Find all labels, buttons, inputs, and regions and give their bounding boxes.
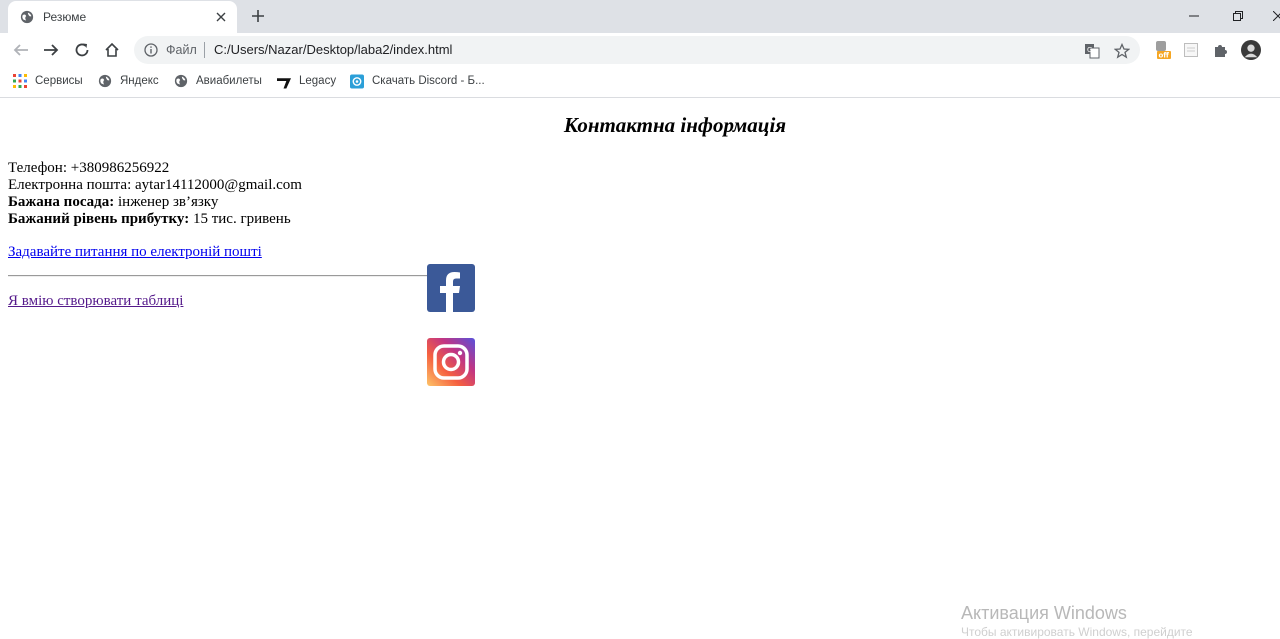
bookmark-star-icon[interactable] — [1114, 43, 1130, 59]
bookmark-yandex[interactable]: Яндекс — [98, 72, 159, 90]
windows-activation-title: Активация Windows — [961, 603, 1127, 623]
salary-value: 15 тис. гривень — [192, 211, 291, 227]
salary-label: Бажаний рівень прибутку: — [8, 211, 190, 227]
bookmark-discord[interactable]: Скачать Discord - Б... — [350, 72, 485, 90]
globe-icon — [174, 74, 188, 88]
bookmark-label: Сервисы — [35, 75, 83, 87]
tab-strip: Резюме — [0, 0, 1280, 33]
bookmark-services[interactable]: Сервисы — [13, 72, 83, 90]
restore-icon[interactable] — [1228, 6, 1248, 26]
tab-title: Резюме — [43, 10, 87, 24]
position-label: Бажана посада: — [8, 194, 115, 210]
extensions-puzzle-icon[interactable] — [1211, 40, 1231, 60]
close-window-icon[interactable] — [1268, 6, 1280, 26]
apps-grid-icon — [13, 74, 27, 88]
bookmark-label: Legacy — [299, 75, 337, 87]
address-separator — [204, 42, 205, 58]
position-line: Бажана посада: інженер зв’язку — [8, 194, 302, 211]
browser-toolbar: Файл C:/Users/Nazar/Desktop/laba2/index.… — [0, 33, 1280, 67]
salary-line: Бажаний рівень прибутку: 15 тис. гривень — [8, 211, 302, 228]
email-label: Електронна пошта: — [8, 177, 132, 193]
legacy-logo-icon — [277, 74, 291, 88]
extension-badge: off — [1159, 52, 1170, 60]
address-bar[interactable]: Файл C:/Users/Nazar/Desktop/laba2/index.… — [134, 36, 1140, 64]
bookmark-legacy[interactable]: Legacy — [277, 72, 336, 90]
tab-resume[interactable]: Резюме — [8, 1, 237, 33]
home-icon[interactable] — [101, 39, 123, 61]
discord-download-icon — [350, 74, 364, 88]
email-line: Електронна пошта: aytar14112000@gmail.co… — [8, 177, 302, 194]
horizontal-divider — [8, 275, 430, 277]
back-icon[interactable] — [10, 39, 32, 61]
profile-avatar-icon[interactable] — [1241, 40, 1261, 60]
position-value: інженер зв’язку — [118, 194, 219, 210]
bookmark-label: Яндекс — [120, 75, 159, 87]
page-content: Контактна інформація Телефон: +380986256… — [0, 98, 1280, 632]
phone-label: Телефон: — [8, 160, 67, 176]
reload-icon[interactable] — [71, 39, 93, 61]
close-tab-icon[interactable] — [213, 9, 229, 25]
contact-info: Телефон: +380986256922 Електронна пошта:… — [8, 160, 302, 228]
translate-icon[interactable]: G — [1084, 43, 1100, 59]
instagram-icon[interactable] — [427, 338, 475, 386]
bookmark-label: Авиабилеты — [196, 75, 262, 87]
extension-off-icon[interactable]: off — [1153, 40, 1173, 60]
info-icon[interactable] — [144, 43, 158, 57]
email-value: aytar14112000@gmail.com — [135, 177, 302, 193]
page-title: Контактна інформація — [563, 113, 787, 137]
globe-icon — [20, 10, 34, 24]
minimize-icon[interactable] — [1184, 6, 1204, 26]
forward-icon[interactable] — [40, 39, 62, 61]
phone-line: Телефон: +380986256922 — [8, 160, 302, 177]
bookmarks-bar: Сервисы Яндекс Авиабилеты Legacy Скачать… — [0, 67, 1280, 98]
globe-icon — [98, 74, 112, 88]
file-scheme-label: Файл — [166, 43, 197, 57]
reader-extension-icon[interactable] — [1181, 40, 1201, 60]
facebook-icon[interactable] — [427, 264, 475, 312]
windows-activation-subtitle: Чтобы активировать Windows, перейдите — [961, 625, 1193, 639]
url-text[interactable]: C:/Users/Nazar/Desktop/laba2/index.html — [214, 42, 452, 57]
tables-link[interactable]: Я вмію створювати таблиці — [8, 293, 183, 310]
bookmark-avia[interactable]: Авиабилеты — [174, 72, 262, 90]
phone-value: +380986256922 — [70, 160, 170, 176]
new-tab-icon[interactable] — [248, 6, 268, 26]
bookmark-label: Скачать Discord - Б... — [372, 75, 485, 87]
email-questions-link[interactable]: Задавайте питання по електроній пошті — [8, 244, 262, 261]
svg-text:G: G — [1087, 46, 1092, 54]
